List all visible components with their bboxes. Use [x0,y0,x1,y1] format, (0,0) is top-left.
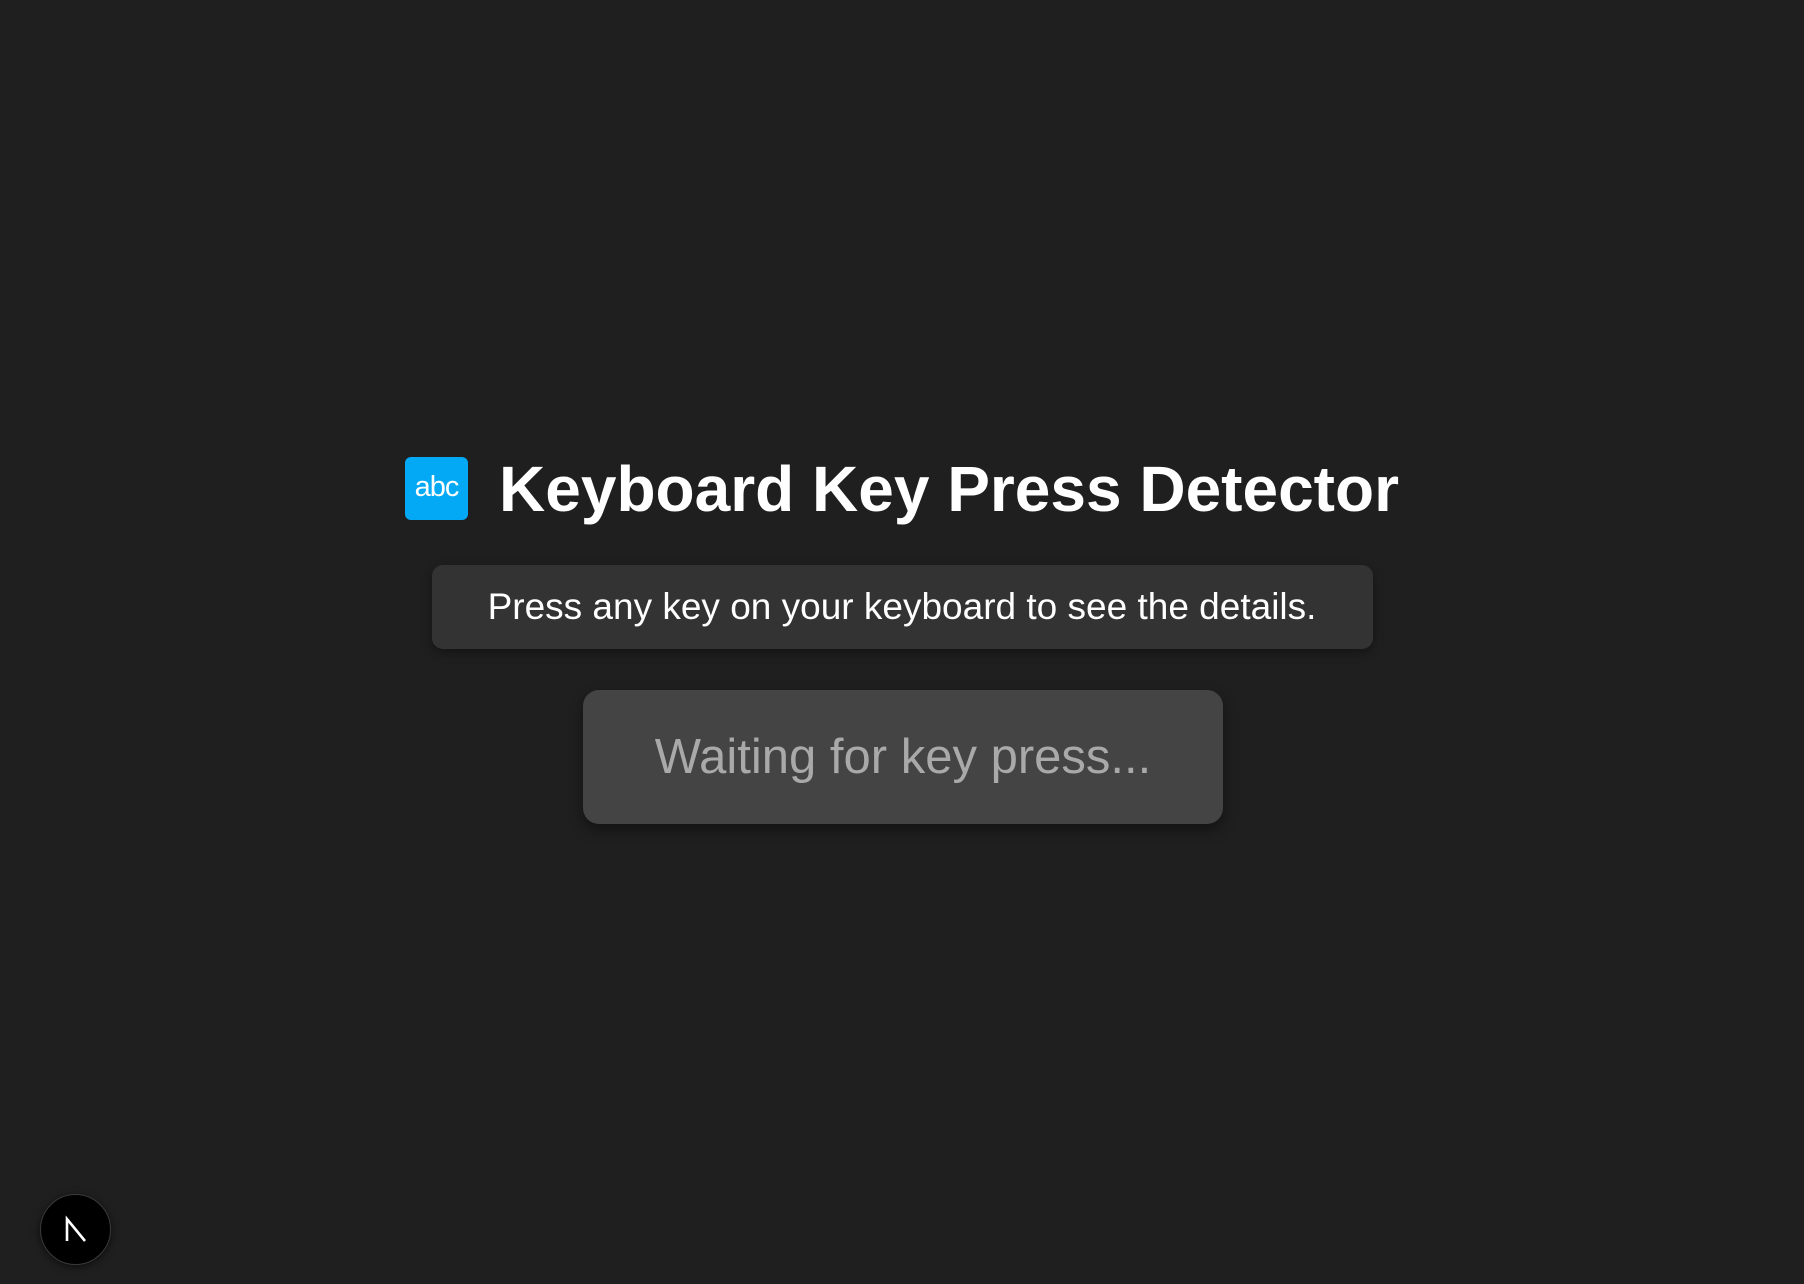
title-row: abc Keyboard Key Press Detector [405,457,1399,521]
key-status-text: Waiting for key press... [654,729,1152,784]
nextjs-logo-icon [65,1214,86,1242]
abc-icon: abc [405,457,469,520]
page-title: Keyboard Key Press Detector [499,452,1399,525]
abc-icon-text: abc [414,471,460,503]
instructions-text: Press any key on your keyboard to see th… [487,585,1317,627]
main-container: abc Keyboard Key Press Detector Press an… [0,0,1804,1284]
instructions-panel: Press any key on your keyboard to see th… [431,564,1373,649]
key-display-panel: Waiting for key press... [583,689,1223,824]
nextjs-dev-tools-button[interactable] [40,1194,111,1265]
